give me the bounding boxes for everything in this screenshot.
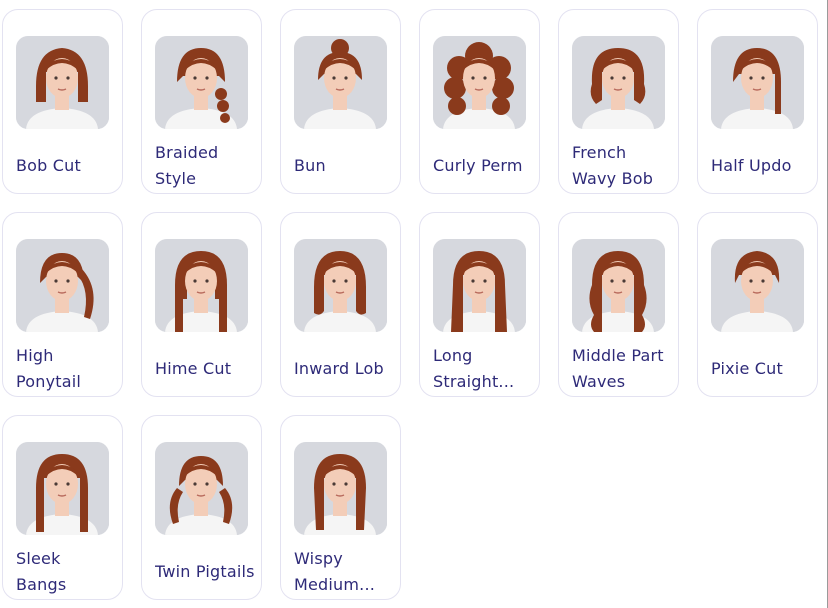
- style-card-braided-style[interactable]: Braided Style: [141, 9, 262, 194]
- portrait-image: [294, 36, 387, 129]
- style-label: Pixie Cut: [711, 359, 783, 378]
- style-card-curly-perm[interactable]: Curly Perm: [419, 9, 540, 194]
- portrait-image: [433, 36, 526, 129]
- style-label: Long Straight...: [433, 346, 515, 391]
- style-card-twin-pigtails[interactable]: Twin Pigtails: [141, 415, 262, 600]
- portrait-image: [433, 239, 526, 332]
- portrait-image: [16, 36, 109, 129]
- style-label: Braided Style: [155, 143, 219, 188]
- portrait-image: [572, 239, 665, 332]
- portrait-image: [155, 36, 248, 129]
- style-card-french-wavy-bob[interactable]: French Wavy Bob: [558, 9, 679, 194]
- style-card-hime-cut[interactable]: Hime Cut: [141, 212, 262, 397]
- portrait-image: [572, 36, 665, 129]
- style-label: Curly Perm: [433, 156, 523, 175]
- portrait-image: [711, 239, 804, 332]
- style-card-bob-cut[interactable]: Bob Cut: [2, 9, 123, 194]
- style-card-inward-lob[interactable]: Inward Lob: [280, 212, 401, 397]
- style-label: French Wavy Bob: [572, 143, 654, 188]
- style-label: Sleek Bangs: [16, 549, 67, 594]
- style-label: Wispy Medium...: [294, 549, 376, 594]
- portrait-image: [711, 36, 804, 129]
- style-label: Bob Cut: [16, 156, 81, 175]
- hairstyle-grid: Bob Cut Braided Style Bun Curly Perm Fre…: [2, 9, 818, 600]
- style-card-half-updo[interactable]: Half Updo: [697, 9, 818, 194]
- style-label: Middle Part Waves: [572, 346, 664, 391]
- style-card-sleek-bangs[interactable]: Sleek Bangs: [2, 415, 123, 600]
- style-card-high-ponytail[interactable]: High Ponytail: [2, 212, 123, 397]
- style-label: High Ponytail: [16, 346, 82, 391]
- style-label: Inward Lob: [294, 359, 384, 378]
- portrait-image: [155, 442, 248, 535]
- style-card-long-straight[interactable]: Long Straight...: [419, 212, 540, 397]
- portrait-image: [155, 239, 248, 332]
- style-label: Hime Cut: [155, 359, 232, 378]
- style-card-middle-part-waves[interactable]: Middle Part Waves: [558, 212, 679, 397]
- portrait-image: [16, 239, 109, 332]
- portrait-image: [294, 239, 387, 332]
- portrait-image: [294, 442, 387, 535]
- style-card-wispy-medium[interactable]: Wispy Medium...: [280, 415, 401, 600]
- portrait-image: [16, 442, 109, 535]
- style-label: Twin Pigtails: [155, 562, 255, 581]
- style-label: Bun: [294, 156, 326, 175]
- style-label: Half Updo: [711, 156, 792, 175]
- style-card-pixie-cut[interactable]: Pixie Cut: [697, 212, 818, 397]
- style-card-bun[interactable]: Bun: [280, 9, 401, 194]
